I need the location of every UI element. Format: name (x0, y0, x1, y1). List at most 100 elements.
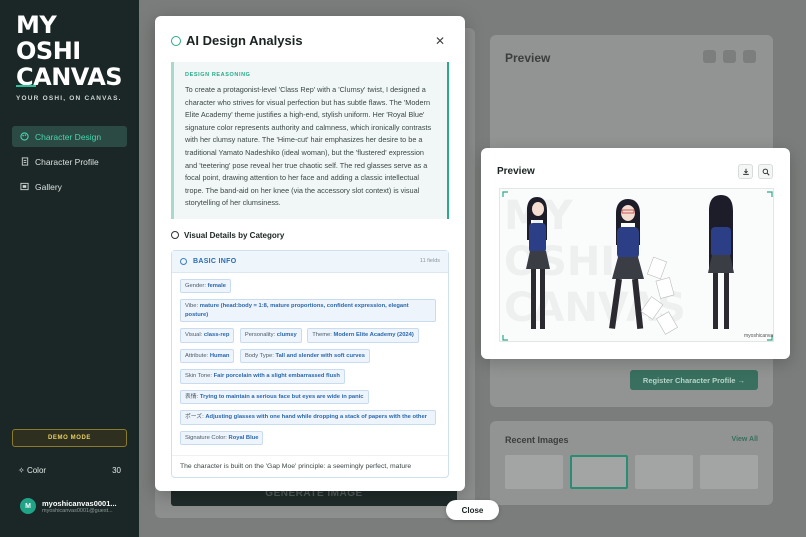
tag-value: Modern Elite Academy (2024) (333, 332, 414, 339)
ai-design-analysis-modal: AI Design Analysis ✕ DESIGN REASONING To… (155, 16, 465, 491)
basic-info-card: BASIC INFO 11 fields Gender: female Vibe… (171, 249, 449, 479)
user-icon (180, 257, 187, 265)
visual-details-title: Visual Details by Category (184, 230, 285, 240)
logo-underline (16, 85, 36, 87)
tag-value: Adjusting glasses with one hand while dr… (205, 414, 427, 421)
character-figure (708, 195, 734, 329)
field-count: 11 fields (419, 258, 440, 265)
tag-row: 表情: Trying to maintain a serious face bu… (180, 389, 440, 411)
tag-label: Attribute: (185, 352, 209, 359)
user-info: myoshicanvas0001... myoshicanvas0001@gue… (42, 499, 117, 514)
sparkle-icon (171, 35, 181, 46)
tag-label: 表情: (185, 393, 199, 400)
recent-image-thumb[interactable] (700, 455, 758, 489)
sidebar-nav: Character Design Character Profile Galle… (12, 126, 127, 201)
sidebar-item-label: Gallery (35, 181, 62, 192)
character-sheet-illustration: MY OSHI CANVAS (502, 191, 774, 341)
modal-body[interactable]: DESIGN REASONING To create a protagonist… (171, 61, 449, 491)
recent-image-thumb[interactable] (570, 455, 628, 489)
tag-row: Skin Tone: Fair porcelain with a slight … (180, 369, 440, 390)
modal-header: AI Design Analysis (171, 33, 303, 48)
sidebar: MY OSHI CANVAS YOUR OSHI, ON CANVAS. Cha… (0, 0, 139, 537)
tag-label: Visual: (185, 332, 203, 339)
tag-label: Skin Tone: (185, 373, 212, 380)
visual-details-heading: Visual Details by Category (171, 231, 449, 240)
download-icon[interactable] (723, 50, 736, 63)
preview-panel-title: Preview (505, 51, 551, 65)
color-count: 30 (112, 466, 121, 475)
tag-value: Trying to maintain a serious face but ey… (199, 393, 364, 400)
tag-label: Vibe: (185, 303, 199, 310)
zoom-icon[interactable] (703, 50, 716, 63)
sidebar-item-character-profile[interactable]: Character Profile (12, 151, 127, 172)
document-icon (20, 157, 29, 166)
user-email: myoshicanvas0001@guest... (42, 507, 113, 514)
color-label-wrap: ✧ Color (18, 466, 46, 475)
recent-image-thumb[interactable] (505, 455, 563, 489)
tag-skin-tone: Skin Tone: Fair porcelain with a slight … (180, 369, 345, 384)
tag-label: Personality: (244, 332, 276, 339)
recent-images-title: Recent Images (505, 435, 569, 445)
preview-title: Preview (497, 166, 535, 177)
color-credits: ✧ Color 30 (18, 466, 121, 475)
tag-body-type: Body Type: Tall and slender with soft cu… (239, 348, 370, 364)
close-button[interactable]: Close (446, 500, 499, 520)
tag-label: Gender: (185, 282, 206, 289)
tag-personality: Personality: clumsy (239, 328, 302, 343)
avatar: M (20, 498, 36, 514)
tag-vibe: Vibe: mature (head:body = 1:8, mature pr… (180, 299, 436, 323)
tag-value: class-rep (203, 332, 230, 339)
recent-images-panel: Recent Images View All (490, 421, 773, 505)
tag-value: mature (head:body = 1:8, mature proporti… (185, 303, 409, 318)
sidebar-item-label: Character Profile (35, 156, 99, 167)
basic-info-header[interactable]: BASIC INFO 11 fields (172, 250, 448, 273)
design-reasoning-block: DESIGN REASONING To create a protagonist… (171, 62, 449, 219)
tagline: YOUR OSHI, ON CANVAS. (16, 95, 122, 102)
summary-text: The character is built on the 'Gap Moe' … (172, 455, 448, 477)
tag-expression: 表情: Trying to maintain a serious face bu… (180, 389, 369, 405)
tag-value: Fair porcelain with a slight embarrassed… (213, 373, 340, 380)
tag-row: Gender: female (180, 278, 440, 300)
palette-icon (20, 132, 29, 141)
character-sheet-image[interactable]: MY OSHI CANVAS (499, 188, 774, 342)
tag-visual: Visual: class-rep (180, 328, 235, 343)
design-reasoning-label: DESIGN REASONING (185, 72, 251, 78)
close-icon[interactable]: ✕ (435, 34, 445, 48)
tag-value: clumsy (276, 332, 297, 339)
preview-popup: Preview MY OSHI CANVAS (481, 148, 790, 359)
view-all-link[interactable]: View All (732, 436, 758, 443)
sidebar-item-character-design[interactable]: Character Design (12, 126, 127, 147)
sidebar-item-gallery[interactable]: Gallery (12, 176, 127, 197)
tag-value: Royal Blue (228, 434, 259, 441)
tag-value: Human (209, 352, 230, 359)
trash-icon[interactable] (743, 50, 756, 63)
user-name: myoshicanvas0001... (42, 498, 117, 508)
color-label: Color (26, 466, 47, 475)
zoom-icon[interactable] (758, 164, 773, 179)
register-button-label: Register Character Profile (642, 375, 736, 385)
tag-label: Body Type: (244, 352, 274, 359)
recent-image-thumb[interactable] (635, 455, 693, 489)
logo-line-2: OSHI (16, 37, 81, 65)
user-account[interactable]: M myoshicanvas0001... myoshicanvas0001@g… (20, 498, 117, 514)
tag-value: Tall and slender with soft curves (275, 352, 365, 359)
modal-title: AI Design Analysis (186, 33, 303, 48)
tag-signature-color: Signature Color: Royal Blue (180, 430, 264, 446)
app-logo[interactable]: MY OSHI CANVAS (16, 11, 123, 90)
gallery-icon (20, 182, 29, 191)
tag-pose: ポーズ: Adjusting glasses with one hand whi… (180, 410, 436, 425)
sparkle-icon: ✧ (18, 466, 27, 475)
palette-icon (171, 231, 179, 240)
tag-row: Signature Color: Royal Blue (180, 430, 440, 452)
sidebar-item-label: Character Design (35, 131, 102, 142)
artist-signature: myoshicanvas (744, 333, 774, 339)
tag-label: Signature Color: (185, 434, 227, 441)
tag-value: female (207, 282, 226, 289)
arrow-right-icon: → (735, 375, 746, 385)
tag-label: Theme: (312, 332, 332, 339)
register-character-profile-button[interactable]: Register Character Profile → (630, 370, 758, 390)
tag-attribute: Attribute: Human (180, 348, 235, 364)
tag-label: ポーズ: (185, 414, 204, 421)
logo-line-1: MY (16, 11, 57, 39)
download-icon[interactable] (738, 164, 753, 179)
